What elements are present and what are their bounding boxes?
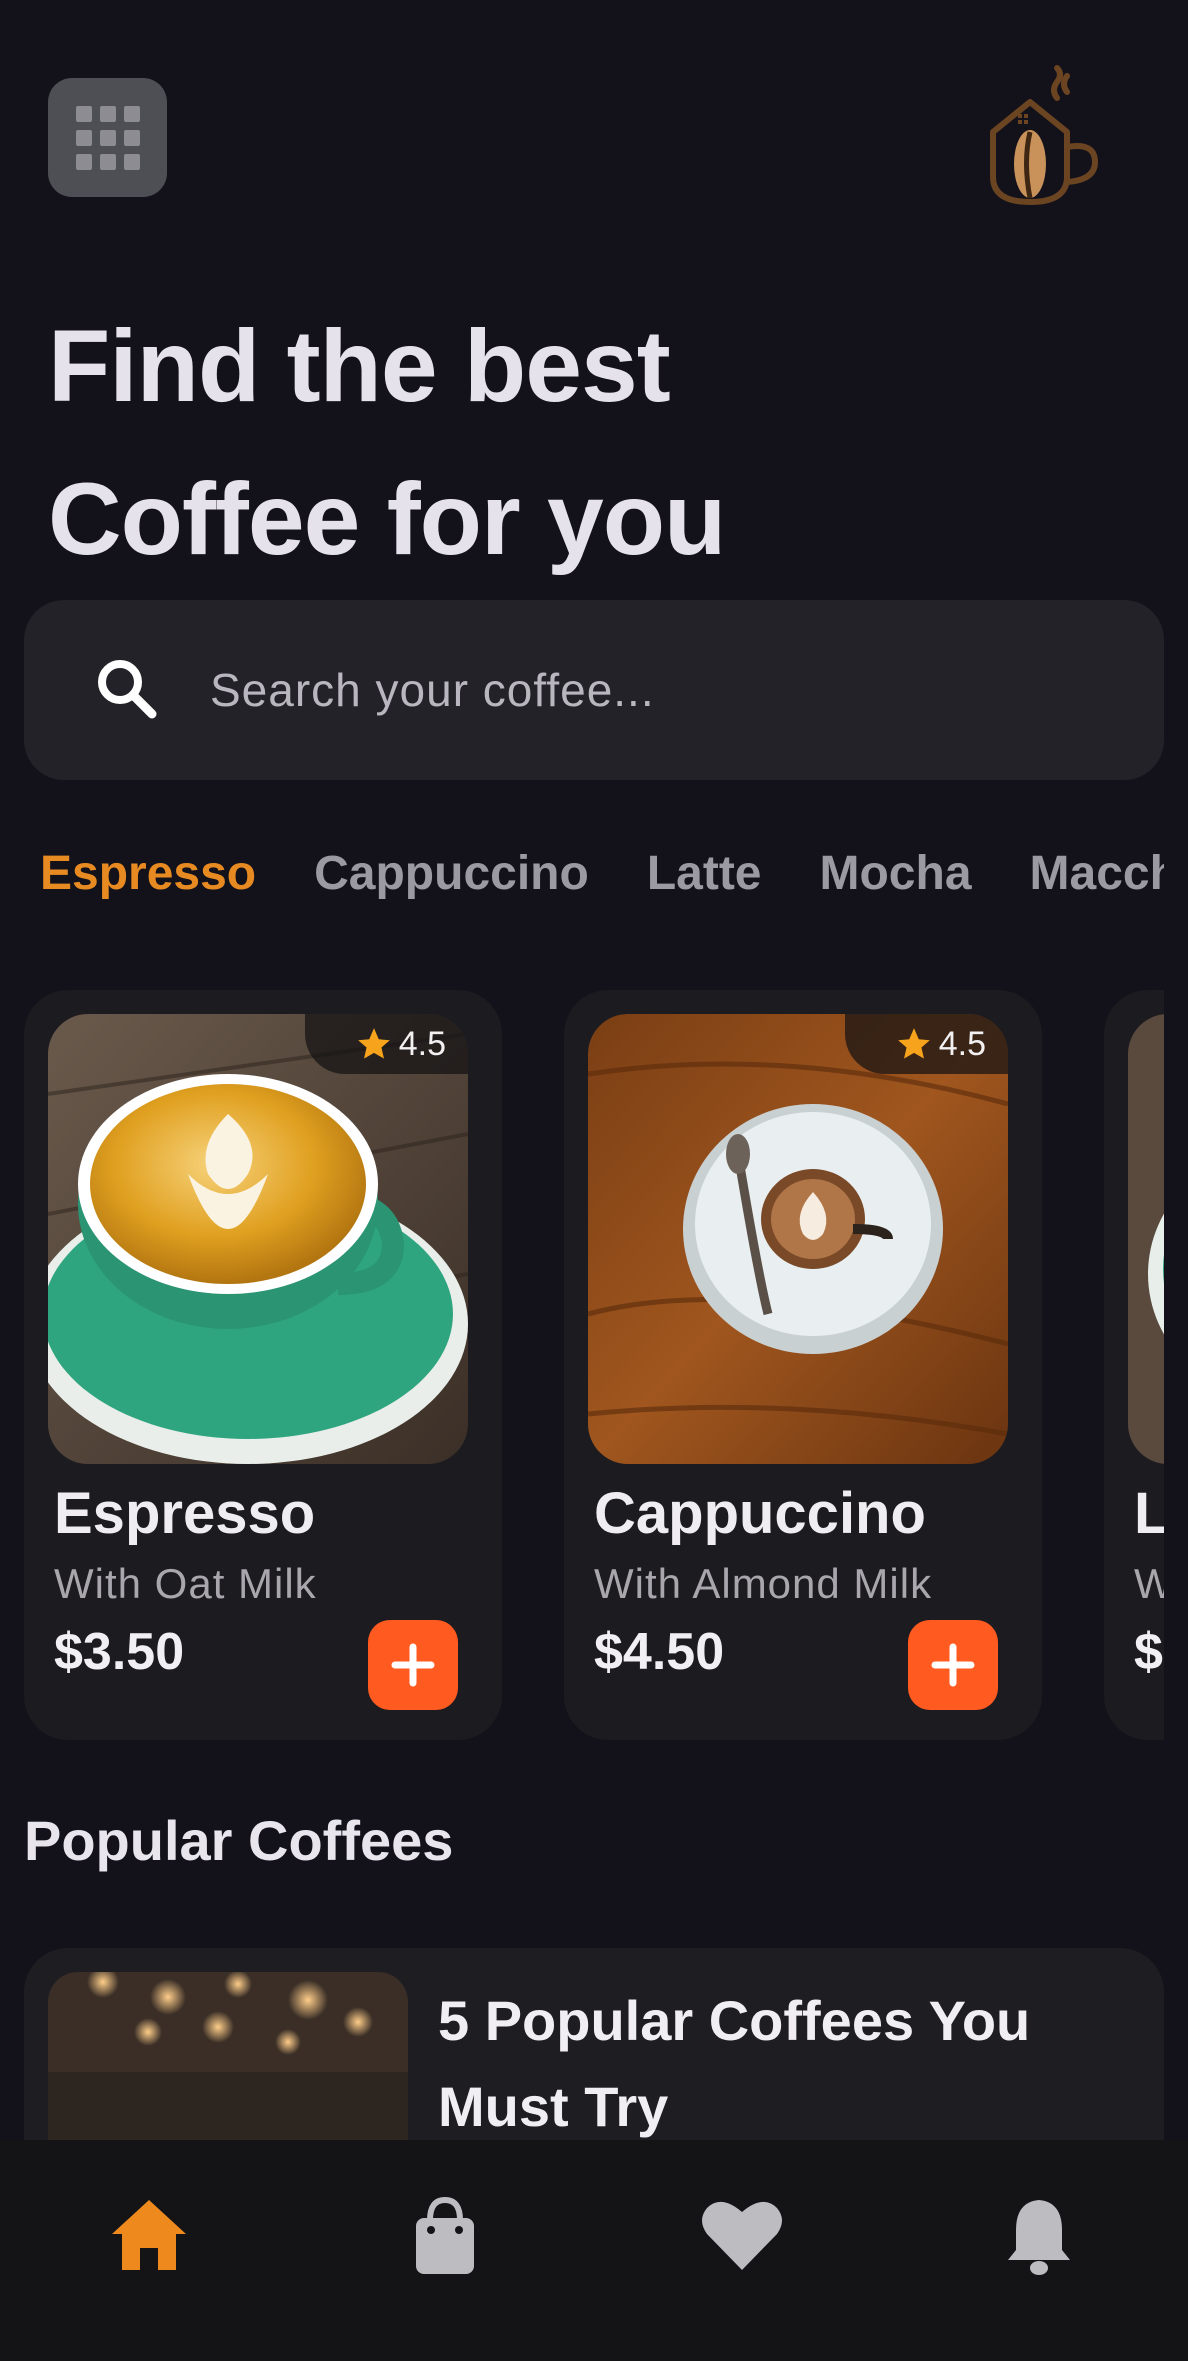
star-icon [357, 1028, 390, 1059]
rating-value: 4.5 [398, 1024, 446, 1063]
shopping-bag-icon[interactable] [400, 2190, 490, 2280]
heart-icon[interactable] [697, 2190, 787, 2280]
search-placeholder: Search your coffee... [210, 664, 655, 716]
bell-icon[interactable] [994, 2190, 1084, 2280]
product-image: 4.5 [48, 1014, 468, 1464]
product-name: Cappuccino [594, 1481, 926, 1546]
grid-icon [76, 106, 92, 122]
plus-icon [931, 1643, 975, 1687]
search-icon [98, 660, 157, 719]
page-title-line-2: Coffee for you [48, 462, 726, 576]
article-title: 5 Popular Coffees You Must Try [438, 1989, 1031, 2138]
tab-espresso[interactable]: Espresso [40, 838, 256, 910]
product-name: L [1134, 1481, 1164, 1546]
section-title-popular: Popular Coffees [24, 1809, 454, 1872]
rating-value: 4.5 [938, 1024, 986, 1063]
plus-icon [391, 1643, 435, 1687]
product-price: $4.50 [594, 1623, 725, 1681]
menu-grid-button[interactable] [48, 78, 167, 197]
page-title-line-1: Find the best [48, 309, 671, 423]
product-price: $3.50 [54, 1623, 185, 1681]
coffee-cup-logo-icon [990, 65, 1098, 205]
product-image: 4.5 [588, 1014, 1008, 1464]
product-name: Espresso [54, 1481, 316, 1546]
product-carousel[interactable]: 4.5 Espresso With Oat Milk $3.50 4.5 Cap… [24, 990, 1164, 1750]
add-to-cart-button[interactable] [908, 1620, 998, 1710]
product-card[interactable]: L W $ [1104, 990, 1164, 1740]
bottom-navigation [0, 2140, 1188, 2361]
star-icon [897, 1028, 930, 1059]
product-subtitle: With Almond Milk [594, 1560, 933, 1607]
product-price: $ [1134, 1623, 1163, 1681]
home-icon[interactable] [104, 2190, 194, 2280]
rating-badge: 4.5 [844, 1014, 1008, 1074]
product-image [1128, 1014, 1164, 1464]
product-card[interactable]: 4.5 Cappuccino With Almond Milk $4.50 [564, 990, 1042, 1740]
tab-cappuccino[interactable]: Cappuccino [314, 838, 589, 910]
search-input[interactable]: Search your coffee... [24, 600, 1164, 780]
product-card[interactable]: 4.5 Espresso With Oat Milk $3.50 [24, 990, 502, 1740]
rating-badge: 4.5 [304, 1014, 468, 1074]
product-subtitle: W [1134, 1560, 1164, 1607]
tab-macchiato[interactable]: Macchi [1030, 838, 1164, 910]
add-to-cart-button[interactable] [368, 1620, 458, 1710]
tab-mocha[interactable]: Mocha [820, 838, 972, 910]
category-tabs: Espresso Cappuccino Latte Mocha Macchi [40, 838, 1164, 918]
page-title: Find the best Coffee for you [48, 290, 726, 596]
tab-latte[interactable]: Latte [647, 838, 762, 910]
product-subtitle: With Oat Milk [54, 1560, 317, 1607]
